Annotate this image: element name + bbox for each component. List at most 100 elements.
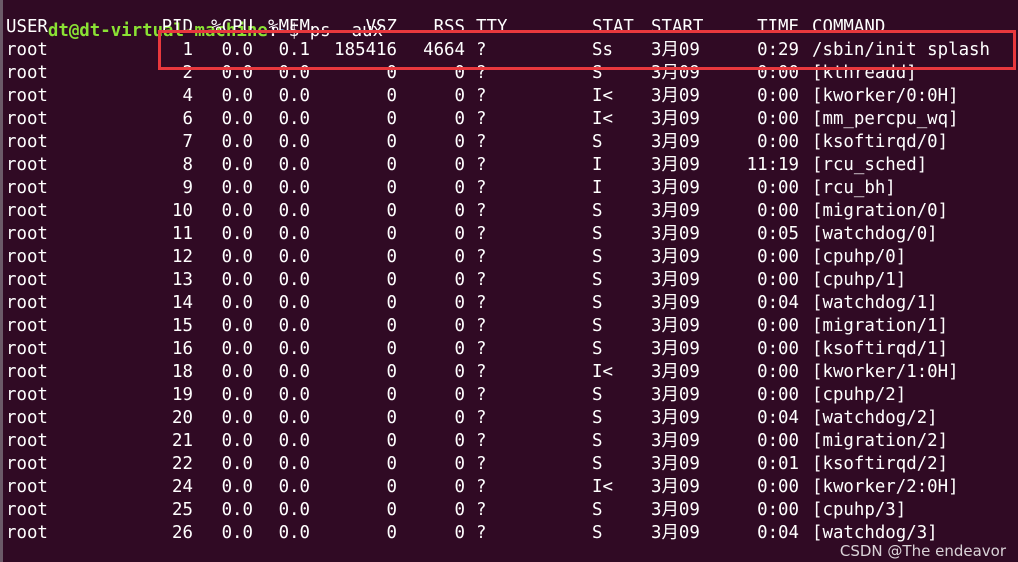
cell-pid: 22	[172, 454, 193, 474]
cell-user: root	[6, 339, 48, 359]
cell-cpu: 0.0	[221, 270, 253, 290]
cell-command: [watchdog/2]	[812, 408, 938, 428]
cell-tty: ?	[476, 316, 487, 336]
cell-vsz: 0	[386, 454, 397, 474]
cell-tty: ?	[476, 385, 487, 405]
cell-rss: 0	[454, 500, 465, 520]
cell-pid: 26	[172, 523, 193, 543]
cell-time: 0:00	[757, 63, 799, 83]
cell-user: root	[6, 201, 48, 221]
cell-cpu: 0.0	[221, 40, 253, 60]
cell-vsz: 0	[386, 408, 397, 428]
cell-mem: 0.0	[278, 293, 310, 313]
cell-pid: 13	[172, 270, 193, 290]
cell-mem: 0.0	[278, 63, 310, 83]
cell-mem: 0.1	[278, 40, 310, 60]
cell-user: root	[6, 86, 48, 106]
cell-pid: 1	[182, 40, 193, 60]
cell-command: [ksoftirqd/2]	[812, 454, 949, 474]
cell-cpu: 0.0	[221, 293, 253, 313]
cell-stat: S	[592, 385, 603, 405]
cell-time: 0:00	[757, 247, 799, 267]
cell-start: 3月09	[651, 454, 700, 474]
cell-cpu: 0.0	[221, 178, 253, 198]
cell-tty: ?	[476, 155, 487, 175]
cell-time: 0:00	[757, 385, 799, 405]
cell-time: 0:04	[757, 408, 799, 428]
cell-start: 3月09	[651, 270, 700, 290]
cell-mem: 0.0	[278, 270, 310, 290]
cell-vsz: 0	[386, 63, 397, 83]
cell-start: 3月09	[651, 132, 700, 152]
cell-command: [cpuhp/0]	[812, 247, 907, 267]
cell-pid: 6	[182, 109, 193, 129]
cell-user: root	[6, 431, 48, 451]
cell-command: [mm_percpu_wq]	[812, 109, 959, 129]
cell-start: 3月09	[651, 408, 700, 428]
cell-vsz: 0	[386, 201, 397, 221]
cell-stat: S	[592, 270, 603, 290]
cell-stat: S	[592, 293, 603, 313]
cell-stat: I<	[592, 109, 613, 129]
cell-cpu: 0.0	[221, 247, 253, 267]
cell-rss: 0	[454, 109, 465, 129]
cell-stat: S	[592, 431, 603, 451]
table-row: root 9 0.0 0.0 0 0? I 3月09 0:00 [rcu_bh]	[3, 177, 1018, 200]
cell-start: 3月09	[651, 500, 700, 520]
cell-pid: 2	[182, 63, 193, 83]
cell-mem: 0.0	[278, 523, 310, 543]
cell-vsz: 0	[386, 385, 397, 405]
cell-time: 0:00	[757, 500, 799, 520]
cell-rss: 0	[454, 477, 465, 497]
cell-pid: 15	[172, 316, 193, 336]
cell-mem: 0.0	[278, 178, 310, 198]
cell-user: root	[6, 362, 48, 382]
cell-rss: 0	[454, 362, 465, 382]
cell-stat: S	[592, 316, 603, 336]
cell-vsz: 0	[386, 178, 397, 198]
cell-rss: 0	[454, 201, 465, 221]
cell-user: root	[6, 109, 48, 129]
cell-time: 0:01	[757, 454, 799, 474]
cell-command: [migration/1]	[812, 316, 949, 336]
cell-pid: 16	[172, 339, 193, 359]
cell-tty: ?	[476, 408, 487, 428]
cell-cpu: 0.0	[221, 477, 253, 497]
cell-cpu: 0.0	[221, 132, 253, 152]
cell-rss: 0	[454, 385, 465, 405]
cell-command: [ksoftirqd/0]	[812, 132, 949, 152]
cell-mem: 0.0	[278, 155, 310, 175]
table-row: root 16 0.0 0.0 0 0? S 3月09 0:00 [ksoftirqd/1]	[3, 338, 1018, 361]
cell-cpu: 0.0	[221, 431, 253, 451]
cell-tty: ?	[476, 247, 487, 267]
table-row: root 2 0.0 0.0 0 0? S 3月09 0:00 [kthreadd]	[3, 62, 1018, 85]
cell-user: root	[6, 270, 48, 290]
cell-stat: I	[592, 155, 603, 175]
cell-user: root	[6, 224, 48, 244]
cell-start: 3月09	[651, 247, 700, 267]
cell-command: [kworker/2:0H]	[812, 477, 959, 497]
terminal-window[interactable]: dt@dt-virtual-machine:~$ ps -aux USER PID…	[0, 0, 1018, 562]
cell-command: [ksoftirqd/1]	[812, 339, 949, 359]
cell-cpu: 0.0	[221, 316, 253, 336]
cell-vsz: 0	[386, 155, 397, 175]
cell-tty: ?	[476, 86, 487, 106]
cell-mem: 0.0	[278, 408, 310, 428]
cell-cpu: 0.0	[221, 408, 253, 428]
column-header-command: COMMAND	[812, 17, 886, 37]
cell-start: 3月09	[651, 385, 700, 405]
cell-tty: ?	[476, 477, 487, 497]
cell-vsz: 0	[386, 293, 397, 313]
cell-tty: ?	[476, 224, 487, 244]
cell-stat: S	[592, 454, 603, 474]
cell-user: root	[6, 155, 48, 175]
cell-command: [cpuhp/1]	[812, 270, 907, 290]
cell-mem: 0.0	[278, 477, 310, 497]
cell-command: [kthreadd]	[812, 63, 917, 83]
cell-mem: 0.0	[278, 431, 310, 451]
cell-start: 3月09	[651, 109, 700, 129]
cell-start: 3月09	[651, 523, 700, 543]
cell-vsz: 0	[386, 339, 397, 359]
table-row: root 4 0.0 0.0 0 0? I< 3月09 0:00 [kworker/0:0H]	[3, 85, 1018, 108]
cell-command: [rcu_sched]	[812, 155, 928, 175]
